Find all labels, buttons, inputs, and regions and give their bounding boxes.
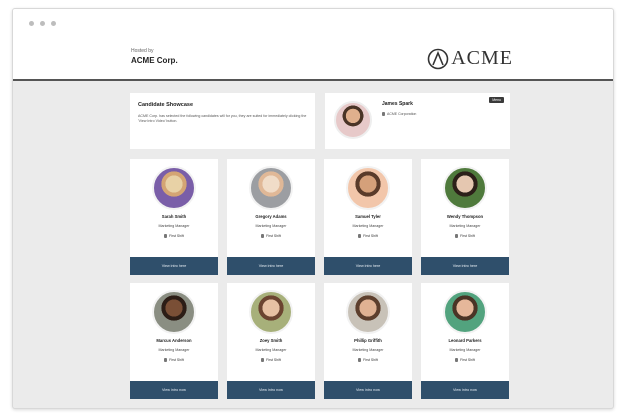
minimize-dot-icon[interactable] <box>40 21 45 26</box>
candidate-shift: First Shift <box>227 358 315 362</box>
candidate-shift-label: First Shift <box>363 358 378 362</box>
browser-window: Hosted by ACME Corp. ACME Candidate Show… <box>12 8 614 409</box>
maximize-dot-icon[interactable] <box>51 21 56 26</box>
view-intro-button[interactable]: View intro now <box>324 381 412 399</box>
acme-logo-icon <box>427 48 449 69</box>
recruiter-company: ACME Corporation <box>382 112 416 116</box>
candidate-shift-label: First Shift <box>266 358 281 362</box>
intro-title: Candidate Showcase <box>138 102 194 108</box>
sponsor-label: Hosted by <box>131 48 154 54</box>
candidate-role: Marketing Manager <box>449 348 481 352</box>
view-intro-button[interactable]: View intro here <box>130 257 218 275</box>
candidate-grid: Sarah Smith Marketing Manager First Shif… <box>130 159 510 399</box>
candidate-shift-label: First Shift <box>169 358 184 362</box>
candidate-name: Zoey Smith <box>259 338 283 343</box>
intro-card: Candidate Showcase ACME Corp. has select… <box>130 93 315 149</box>
recruiter-name: James Spark <box>382 101 413 107</box>
window-controls <box>29 21 56 26</box>
candidate-shift: First Shift <box>324 358 412 362</box>
candidate-card: Zoey Smith Marketing Manager First Shift… <box>227 283 315 399</box>
top-row: Candidate Showcase ACME Corp. has select… <box>130 93 510 149</box>
candidate-shift: First Shift <box>130 358 218 362</box>
candidate-name: Sarah Smith <box>161 214 187 219</box>
view-intro-button[interactable]: View intro now <box>130 381 218 399</box>
menu-button[interactable]: Menu <box>489 97 504 103</box>
candidate-card: Leonard Parkers Marketing Manager First … <box>421 283 509 399</box>
candidate-shift-label: First Shift <box>169 234 184 238</box>
person-icon <box>358 358 362 362</box>
main-content: Candidate Showcase ACME Corp. has select… <box>130 93 510 399</box>
candidate-role: Marketing Manager <box>449 224 481 228</box>
view-intro-button[interactable]: View intro here <box>324 257 412 275</box>
logo-text: ACME <box>451 47 513 69</box>
close-dot-icon[interactable] <box>29 21 34 26</box>
candidate-name: Samuel Tyler <box>355 214 381 219</box>
sponsor-name: ACME Corp. <box>131 56 178 65</box>
person-icon <box>261 358 265 362</box>
candidate-avatar <box>346 290 390 334</box>
person-icon <box>164 234 168 238</box>
acme-logo[interactable]: ACME <box>427 47 513 70</box>
candidate-card: Marcus Anderson Marketing Manager First … <box>130 283 218 399</box>
candidate-shift-label: First Shift <box>460 358 475 362</box>
candidate-name: Leonard Parkers <box>448 338 482 343</box>
candidate-shift: First Shift <box>421 358 509 362</box>
candidate-card: Gregory Adams Marketing Manager First Sh… <box>227 159 315 275</box>
candidate-shift-label: First Shift <box>460 234 475 238</box>
site-header: Hosted by ACME Corp. ACME <box>13 39 613 81</box>
candidate-shift-label: First Shift <box>363 234 378 238</box>
candidate-avatar <box>152 166 196 210</box>
candidate-role: Marketing Manager <box>352 224 384 228</box>
view-intro-button[interactable]: View intro here <box>227 257 315 275</box>
candidate-shift: First Shift <box>421 234 509 238</box>
view-intro-button[interactable]: View intro now <box>421 381 509 399</box>
candidate-card: Sarah Smith Marketing Manager First Shif… <box>130 159 218 275</box>
person-icon <box>358 234 362 238</box>
candidate-shift: First Shift <box>324 234 412 238</box>
candidate-name: Phillip Griffith <box>354 338 382 343</box>
candidate-name: Wendy Thompson <box>446 214 484 219</box>
candidate-avatar <box>152 290 196 334</box>
candidate-avatar <box>443 290 487 334</box>
candidate-name: Marcus Anderson <box>156 338 192 343</box>
candidate-shift: First Shift <box>227 234 315 238</box>
title-bar <box>13 9 613 39</box>
candidate-avatar <box>443 166 487 210</box>
candidate-card: Phillip Griffith Marketing Manager First… <box>324 283 412 399</box>
recruiter-avatar <box>334 101 372 139</box>
candidate-role: Marketing Manager <box>255 224 287 228</box>
sponsor-block: Hosted by ACME Corp. <box>131 48 178 65</box>
building-icon <box>382 112 385 116</box>
candidate-role: Marketing Manager <box>158 348 190 352</box>
candidate-role: Marketing Manager <box>158 224 190 228</box>
view-intro-button[interactable]: View intro here <box>421 257 509 275</box>
person-icon <box>164 358 168 362</box>
candidate-shift-label: First Shift <box>266 234 281 238</box>
intro-text: ACME Corp. has selected the following ca… <box>138 114 307 124</box>
view-intro-button[interactable]: View intro now <box>227 381 315 399</box>
candidate-avatar <box>249 290 293 334</box>
candidate-name: Gregory Adams <box>255 214 287 219</box>
candidate-avatar <box>249 166 293 210</box>
candidate-card: Samuel Tyler Marketing Manager First Shi… <box>324 159 412 275</box>
candidate-role: Marketing Manager <box>352 348 384 352</box>
person-icon <box>455 358 459 362</box>
recruiter-card: James Spark ACME Corporation Menu <box>325 93 510 149</box>
candidate-shift: First Shift <box>130 234 218 238</box>
person-icon <box>261 234 265 238</box>
candidate-card: Wendy Thompson Marketing Manager First S… <box>421 159 509 275</box>
recruiter-company-label: ACME Corporation <box>387 112 417 116</box>
candidate-avatar <box>346 166 390 210</box>
person-icon <box>455 234 459 238</box>
candidate-role: Marketing Manager <box>255 348 287 352</box>
